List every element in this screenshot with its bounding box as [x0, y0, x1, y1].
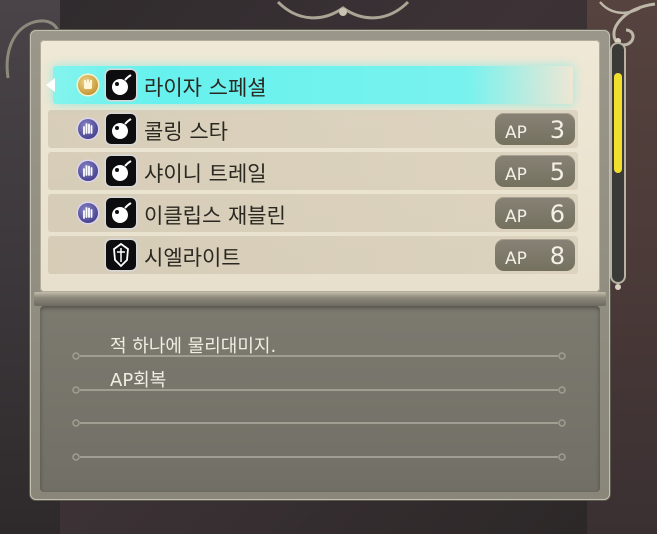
description-rule — [72, 419, 566, 427]
magic-hand-icon — [78, 161, 98, 181]
ap-cost: 3 — [549, 116, 565, 144]
magic-hand-icon — [78, 119, 98, 139]
description-rule — [72, 453, 566, 461]
ap-cost-badge: AP 5 — [495, 155, 575, 187]
skill-name: 이클립스 재블린 — [144, 204, 286, 228]
skill-name: 콜링 스타 — [144, 120, 228, 144]
bomb-icon — [106, 156, 136, 186]
skill-name: 라이자 스페셜 — [144, 76, 267, 100]
ap-cost-badge: AP 3 — [495, 113, 575, 145]
ap-cost: 6 — [549, 200, 565, 228]
selection-cursor-icon — [46, 78, 55, 92]
ap-cost-badge: AP 8 — [495, 239, 575, 271]
skill-row[interactable]: 시엘라이트 AP 8 — [48, 236, 578, 274]
panel-divider — [34, 292, 606, 306]
scroll-cap-bottom — [615, 284, 621, 290]
description-line: AP회복 — [110, 370, 167, 391]
ap-cost: 5 — [549, 158, 565, 186]
armor-icon — [106, 240, 136, 270]
scrollbar-thumb[interactable] — [614, 73, 622, 173]
fist-icon — [78, 75, 98, 95]
bomb-icon — [106, 114, 136, 144]
bomb-icon — [106, 198, 136, 228]
bomb-icon — [106, 70, 136, 100]
scrollbar[interactable] — [612, 44, 624, 282]
description-line: 적 하나에 물리대미지. — [110, 336, 277, 357]
ap-cost: 8 — [549, 242, 565, 270]
ap-label: AP — [505, 249, 527, 269]
ap-label: AP — [505, 165, 527, 185]
skill-row[interactable]: 샤이니 트레일 AP 5 — [48, 152, 578, 190]
skill-row[interactable]: 라이자 스페셜 — [46, 66, 578, 104]
ap-label: AP — [505, 207, 527, 227]
skill-row[interactable]: 콜링 스타 AP 3 — [48, 110, 578, 148]
ap-cost-badge: AP 6 — [495, 197, 575, 229]
skill-name: 샤이니 트레일 — [144, 162, 267, 186]
ornament-top-center — [276, 0, 410, 20]
magic-hand-icon — [78, 203, 98, 223]
skill-name: 시엘라이트 — [144, 246, 241, 270]
ap-label: AP — [505, 123, 527, 143]
skill-row[interactable]: 이클립스 재블린 AP 6 — [48, 194, 578, 232]
